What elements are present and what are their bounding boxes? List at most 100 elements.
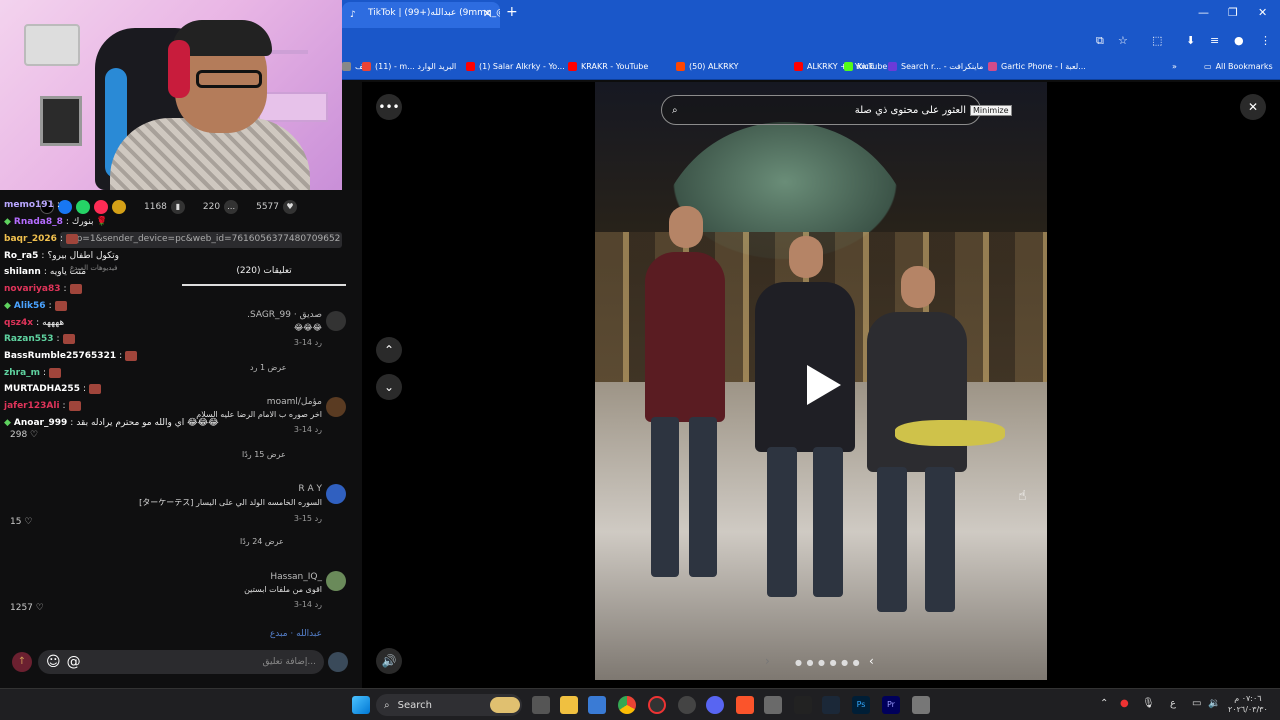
next-video-button[interactable]: ⌄ xyxy=(376,374,402,400)
new-tab-button[interactable]: + xyxy=(506,4,518,20)
chat-username[interactable]: novariya83 xyxy=(4,284,61,294)
heart-icon[interactable]: ♥ xyxy=(283,200,297,214)
app-window-icon[interactable] xyxy=(912,696,930,714)
view-replies[interactable]: عرض 24 ردًا xyxy=(240,537,284,546)
facebook-icon[interactable] xyxy=(58,200,72,214)
comment-avatar[interactable] xyxy=(326,484,346,504)
gift-icon[interactable] xyxy=(112,200,126,214)
comment-meta[interactable]: 3-15 رد xyxy=(82,514,322,523)
comment-meta[interactable]: 3-14 رد xyxy=(82,600,322,609)
chat-username[interactable]: memo191 xyxy=(4,200,54,210)
bookmark-item[interactable]: (50) ALKRKY xyxy=(676,62,739,71)
comment-avatar[interactable] xyxy=(326,397,346,417)
chat-username[interactable]: zhra_m xyxy=(4,368,40,378)
bookmark-item[interactable]: Kick xyxy=(844,62,874,71)
like-count[interactable]: 15 ♡ xyxy=(10,517,32,527)
microphone-icon[interactable]: 🎙 xyxy=(1142,698,1155,709)
steam-icon[interactable] xyxy=(822,696,840,714)
chat-username[interactable]: shilann xyxy=(4,267,41,277)
obs-icon[interactable] xyxy=(648,696,666,714)
comment-author[interactable]: moaml/مؤمل xyxy=(82,397,322,407)
more-bookmarks-icon[interactable]: » xyxy=(1172,62,1177,71)
discord-icon[interactable] xyxy=(706,696,724,714)
close-tab-icon[interactable]: ✕ xyxy=(483,7,492,20)
comment-avatar[interactable] xyxy=(326,311,346,331)
chat-username[interactable]: Rnada8_8 xyxy=(14,217,63,227)
whatsapp-icon[interactable] xyxy=(76,200,90,214)
star-icon[interactable]: ☆ xyxy=(1118,34,1128,47)
tab-tiktok[interactable]: ♪ TikTok | (99+)عبدالله (9mmq_@) ✕ xyxy=(342,2,500,28)
playlist-icon[interactable]: ≡ xyxy=(1210,34,1219,47)
settings-icon[interactable] xyxy=(678,696,696,714)
menu-kebab-icon[interactable]: ⋮ xyxy=(1260,34,1271,47)
close-viewer-button[interactable]: ✕ xyxy=(1240,94,1266,120)
chat-username[interactable]: Ro_ra5 xyxy=(4,251,38,261)
previous-video-button[interactable]: ⌃ xyxy=(376,337,402,363)
widget-icon[interactable] xyxy=(490,697,520,713)
view-replies[interactable]: عرض 1 رد xyxy=(250,363,286,372)
download-icon[interactable]: ⬇ xyxy=(1186,34,1195,47)
like-count[interactable]: 298 ♡ xyxy=(10,430,38,440)
system-clock[interactable]: ٠٧:٠٦ م ٢٠٢٦/٠٣/٣٠ xyxy=(1228,693,1268,715)
comment-author[interactable]: Hassan_IQ_ xyxy=(82,572,322,582)
store-icon[interactable] xyxy=(588,696,606,714)
file-explorer-icon[interactable] xyxy=(560,696,578,714)
chat-username[interactable]: Anoar_999 xyxy=(14,418,67,428)
bookmark-item[interactable]: Search r... - ماينكرافت xyxy=(888,62,983,71)
bookmark-item[interactable]: Gartic Phone - لعبة ا... xyxy=(988,62,1086,71)
user-avatar[interactable] xyxy=(328,652,348,672)
carousel-next-icon[interactable]: › xyxy=(765,654,770,668)
bookmark-icon[interactable]: ▮ xyxy=(170,200,185,214)
chrome-icon[interactable] xyxy=(618,696,636,714)
brave-icon[interactable] xyxy=(736,696,754,714)
chat-username[interactable]: BassRumble25765321 xyxy=(4,351,116,361)
minimize-window-icon[interactable]: — xyxy=(1198,6,1209,19)
more-options-button[interactable]: ••• xyxy=(376,94,402,120)
bookmark-item[interactable]: KRAKR - YouTube xyxy=(568,62,648,71)
extensions-icon[interactable]: ⬚ xyxy=(1152,34,1162,47)
comment-icon[interactable]: … xyxy=(224,200,239,214)
tab-comments[interactable]: (220) تعليقات xyxy=(182,260,346,286)
mention-icon[interactable]: @ xyxy=(67,654,81,670)
view-replies[interactable]: عرض 15 ردًا xyxy=(242,450,286,459)
task-view-icon[interactable] xyxy=(532,696,550,714)
chat-username[interactable]: Razan553 xyxy=(4,334,54,344)
chat-username[interactable]: jafer123Ali xyxy=(4,401,60,411)
volume-button[interactable]: 🔊 xyxy=(376,648,402,674)
premiere-icon[interactable]: Pr xyxy=(882,696,900,714)
windows-start-icon[interactable] xyxy=(352,696,370,714)
send-button[interactable]: ↑ xyxy=(12,652,32,672)
comment-meta[interactable]: 3-14 رد xyxy=(82,338,322,347)
video-frame[interactable]: ⌕ العثور على محتوى ذي صلة Minimize › ● ●… xyxy=(595,82,1047,680)
like-count[interactable]: 1257 ♡ xyxy=(10,603,44,613)
bookmark-item[interactable]: (11) - m... البريد الوارد xyxy=(362,62,456,71)
comment-author[interactable]: .SAGR_99 · صديق xyxy=(82,310,322,320)
chat-username[interactable]: MURTADHA255 xyxy=(4,384,80,394)
comment-meta[interactable]: 3-14 رد xyxy=(82,425,322,434)
chat-username[interactable]: Alik56 xyxy=(14,301,46,311)
tray-expand-icon[interactable]: ⌃ xyxy=(1100,698,1108,709)
comment-avatar[interactable] xyxy=(326,571,346,591)
photoshop-icon[interactable]: Ps xyxy=(852,696,870,714)
comment-input[interactable]: ☺ @ إضافة تعليق... xyxy=(38,650,324,674)
language-indicator[interactable]: ع xyxy=(1170,698,1176,709)
network-icon[interactable]: ▭ xyxy=(1192,698,1201,709)
comment-author[interactable]: عبدالله · مبدع xyxy=(82,629,322,639)
volume-icon[interactable]: 🔉 xyxy=(1208,698,1220,709)
play-icon[interactable] xyxy=(807,365,841,405)
related-search-bar[interactable]: ⌕ العثور على محتوى ذي صلة xyxy=(661,95,981,125)
install-app-icon[interactable]: ⧉ xyxy=(1096,34,1104,48)
emoji-icon[interactable]: ☺ xyxy=(46,654,61,670)
profile-avatar-icon[interactable]: ● xyxy=(1234,34,1244,47)
send-icon[interactable] xyxy=(94,200,108,214)
app-icon[interactable] xyxy=(764,696,782,714)
tray-app-icon[interactable]: ● xyxy=(1120,698,1129,709)
url-field[interactable]: ...p=1&sender_device=pc&web_id=761605637… xyxy=(60,232,342,248)
capcut-icon[interactable] xyxy=(794,696,812,714)
carousel-dots[interactable]: ● ● ● ● ● ● xyxy=(795,658,861,667)
bookmark-item[interactable]: (1) Salar Alkrky - Yo... xyxy=(466,62,565,71)
restore-window-icon[interactable]: ❐ xyxy=(1228,6,1238,19)
chat-username[interactable]: qsz4x xyxy=(4,318,33,328)
comment-author[interactable]: R A Y xyxy=(82,484,322,494)
all-bookmarks[interactable]: ▭ All Bookmarks xyxy=(1204,62,1273,71)
